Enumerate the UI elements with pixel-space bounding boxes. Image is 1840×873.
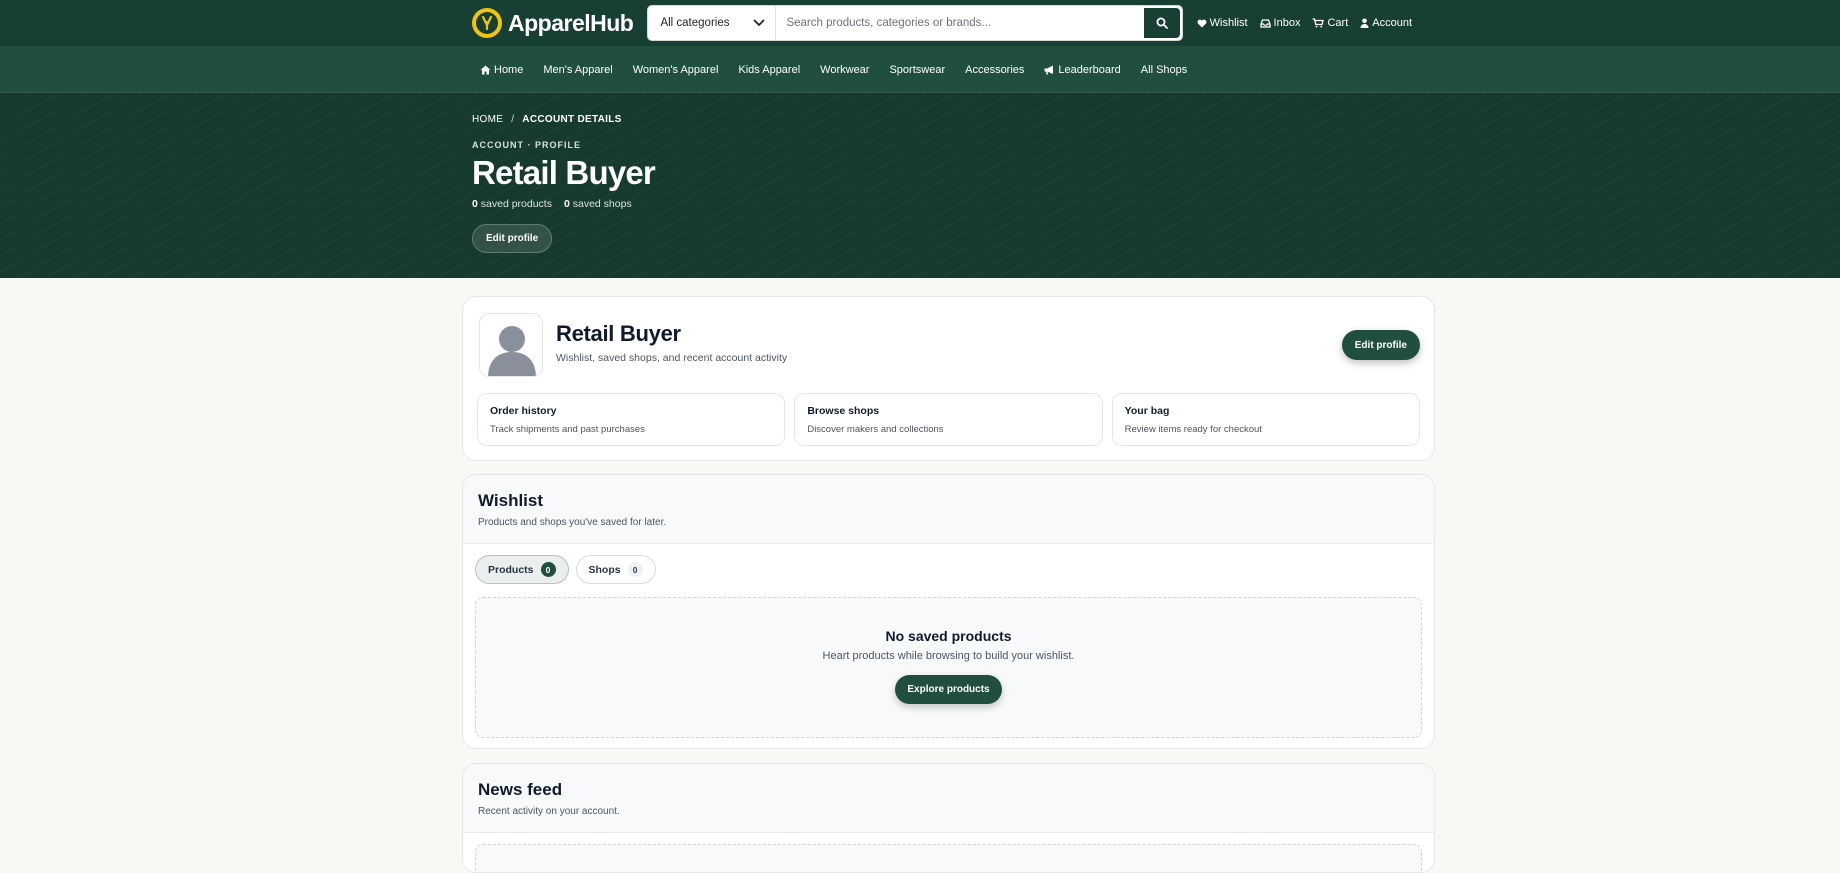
breadcrumb-home[interactable]: HOME [472, 114, 503, 125]
wishlist-link[interactable]: Wishlist [1197, 17, 1248, 29]
nav-home-label: Home [494, 63, 524, 76]
category-select-value: All categories [660, 17, 730, 29]
nav-kids-apparel-label: Kids Apparel [738, 63, 801, 76]
saved-products-label: saved products [480, 198, 552, 210]
nav-mens-apparel-label: Men's Apparel [543, 63, 613, 76]
news-feed-list [475, 844, 1422, 872]
account-link[interactable]: Account [1360, 17, 1412, 29]
lightning-bolt-icon [472, 8, 502, 38]
empty-title: No saved products [885, 628, 1012, 644]
category-select[interactable]: All categories [648, 6, 777, 40]
cart-icon [1312, 18, 1325, 28]
saved-shops-stat: 0 saved shops [564, 198, 632, 210]
nav-all-shops[interactable]: All Shops [1141, 64, 1187, 76]
inbox-icon [1259, 18, 1271, 28]
wishlist-header: Wishlist Products and shops you've saved… [463, 475, 1434, 544]
hero-stats: 0 saved products 0 saved shops [472, 198, 632, 210]
heart-icon [1197, 19, 1207, 27]
profile-subtitle: Wishlist, saved shops, and recent accoun… [556, 352, 788, 364]
breadcrumb-current: ACCOUNT DETAILS [522, 114, 622, 125]
wishlist-title: Wishlist [478, 491, 544, 510]
tab-shops-count: 0 [627, 562, 643, 577]
nav-home[interactable]: Home [480, 64, 523, 76]
profile-card: Retail Buyer Wishlist, saved shops, and … [462, 296, 1435, 461]
news-subtitle: Recent activity on your account. [478, 806, 620, 817]
inbox-link[interactable]: Inbox [1259, 17, 1301, 29]
wishlist-link-label: Wishlist [1209, 17, 1248, 29]
tile-subtitle: Track shipments and past purchases [490, 424, 645, 435]
wishlist-tabs: Products 0 Shops 0 [475, 555, 656, 584]
nav-sportswear[interactable]: Sportswear [889, 64, 945, 76]
nav-leaderboard[interactable]: Leaderboard [1044, 63, 1121, 76]
nav-workwear[interactable]: Workwear [820, 64, 869, 76]
tile-title: Order history [490, 405, 557, 417]
saved-shops-label: saved shops [572, 198, 632, 210]
megaphone-icon [1044, 65, 1054, 75]
tile-subtitle: Discover makers and collections [807, 424, 944, 435]
wishlist-subtitle: Products and shops you've saved for late… [478, 517, 667, 528]
user-icon [1360, 18, 1369, 28]
cart-link-label: Cart [1327, 17, 1349, 29]
search-button[interactable] [1143, 8, 1180, 38]
your-bag-tile[interactable]: Your bag Review items ready for checkout [1111, 393, 1420, 446]
nav-accessories-label: Accessories [965, 63, 1025, 76]
account-hero: HOME / ACCOUNT DETAILS ACCOUNT · PROFILE… [0, 93, 1840, 278]
edit-profile-button[interactable]: Edit profile [1341, 330, 1420, 360]
nav-womens-apparel[interactable]: Women's Apparel [633, 64, 719, 76]
browse-shops-tile[interactable]: Browse shops Discover makers and collect… [794, 393, 1103, 446]
nav-leaderboard-label: Leaderboard [1058, 63, 1121, 76]
nav-all-shops-label: All Shops [1140, 63, 1188, 76]
user-placeholder-icon [488, 326, 536, 376]
nav-accessories[interactable]: Accessories [965, 64, 1024, 76]
page-title: Retail Buyer [472, 154, 656, 191]
brand-name: ApparelHub [508, 9, 634, 36]
avatar [479, 313, 543, 377]
explore-products-button[interactable]: Explore products [895, 675, 1002, 704]
tab-products-label: Products [488, 563, 534, 576]
saved-products-count: 0 [472, 198, 478, 210]
search-input[interactable] [776, 6, 1142, 40]
top-header: ApparelHub All categories Wishlist Inbox [0, 0, 1840, 46]
nav-mens-apparel[interactable]: Men's Apparel [543, 64, 612, 76]
nav-kids-apparel[interactable]: Kids Apparel [738, 64, 800, 76]
category-nav: Home Men's Apparel Women's Apparel Kids … [0, 46, 1840, 93]
tab-products[interactable]: Products 0 [475, 555, 569, 584]
search-bar: All categories [647, 5, 1183, 41]
hero-edit-profile-button[interactable]: Edit profile [472, 224, 553, 253]
saved-shops-count: 0 [563, 198, 570, 210]
tile-subtitle: Review items ready for checkout [1124, 424, 1262, 435]
wishlist-section: Wishlist Products and shops you've saved… [462, 474, 1435, 749]
tab-shops-label: Shops [588, 563, 621, 576]
cart-link[interactable]: Cart [1312, 17, 1348, 29]
breadcrumb: HOME / ACCOUNT DETAILS [472, 114, 622, 125]
news-feed-section: News feed Recent activity on your accoun… [462, 763, 1435, 873]
tile-title: Your bag [1124, 405, 1170, 417]
tab-products-count: 0 [540, 562, 556, 577]
nav-womens-apparel-label: Women's Apparel [632, 63, 719, 76]
saved-products-stat: 0 saved products [472, 198, 552, 210]
chevron-down-icon [753, 19, 766, 27]
tile-title: Browse shops [807, 405, 880, 417]
empty-subtitle: Heart products while browsing to build y… [822, 650, 1075, 662]
search-icon [1156, 17, 1168, 29]
nav-sportswear-label: Sportswear [889, 63, 946, 76]
hero-eyebrow: ACCOUNT · PROFILE [472, 140, 581, 150]
home-icon [480, 65, 491, 74]
news-header: News feed Recent activity on your accoun… [463, 764, 1434, 833]
nav-workwear-label: Workwear [820, 63, 870, 76]
brand-logo[interactable]: ApparelHub [472, 8, 647, 38]
news-title: News feed [478, 780, 563, 799]
profile-name: Retail Buyer [556, 321, 681, 346]
inbox-link-label: Inbox [1273, 17, 1301, 29]
order-history-tile[interactable]: Order history Track shipments and past p… [477, 393, 786, 446]
empty-wishlist: No saved products Heart products while b… [475, 597, 1422, 738]
breadcrumb-separator: / [511, 114, 515, 125]
tab-shops[interactable]: Shops 0 [575, 555, 656, 584]
account-link-label: Account [1372, 17, 1412, 29]
